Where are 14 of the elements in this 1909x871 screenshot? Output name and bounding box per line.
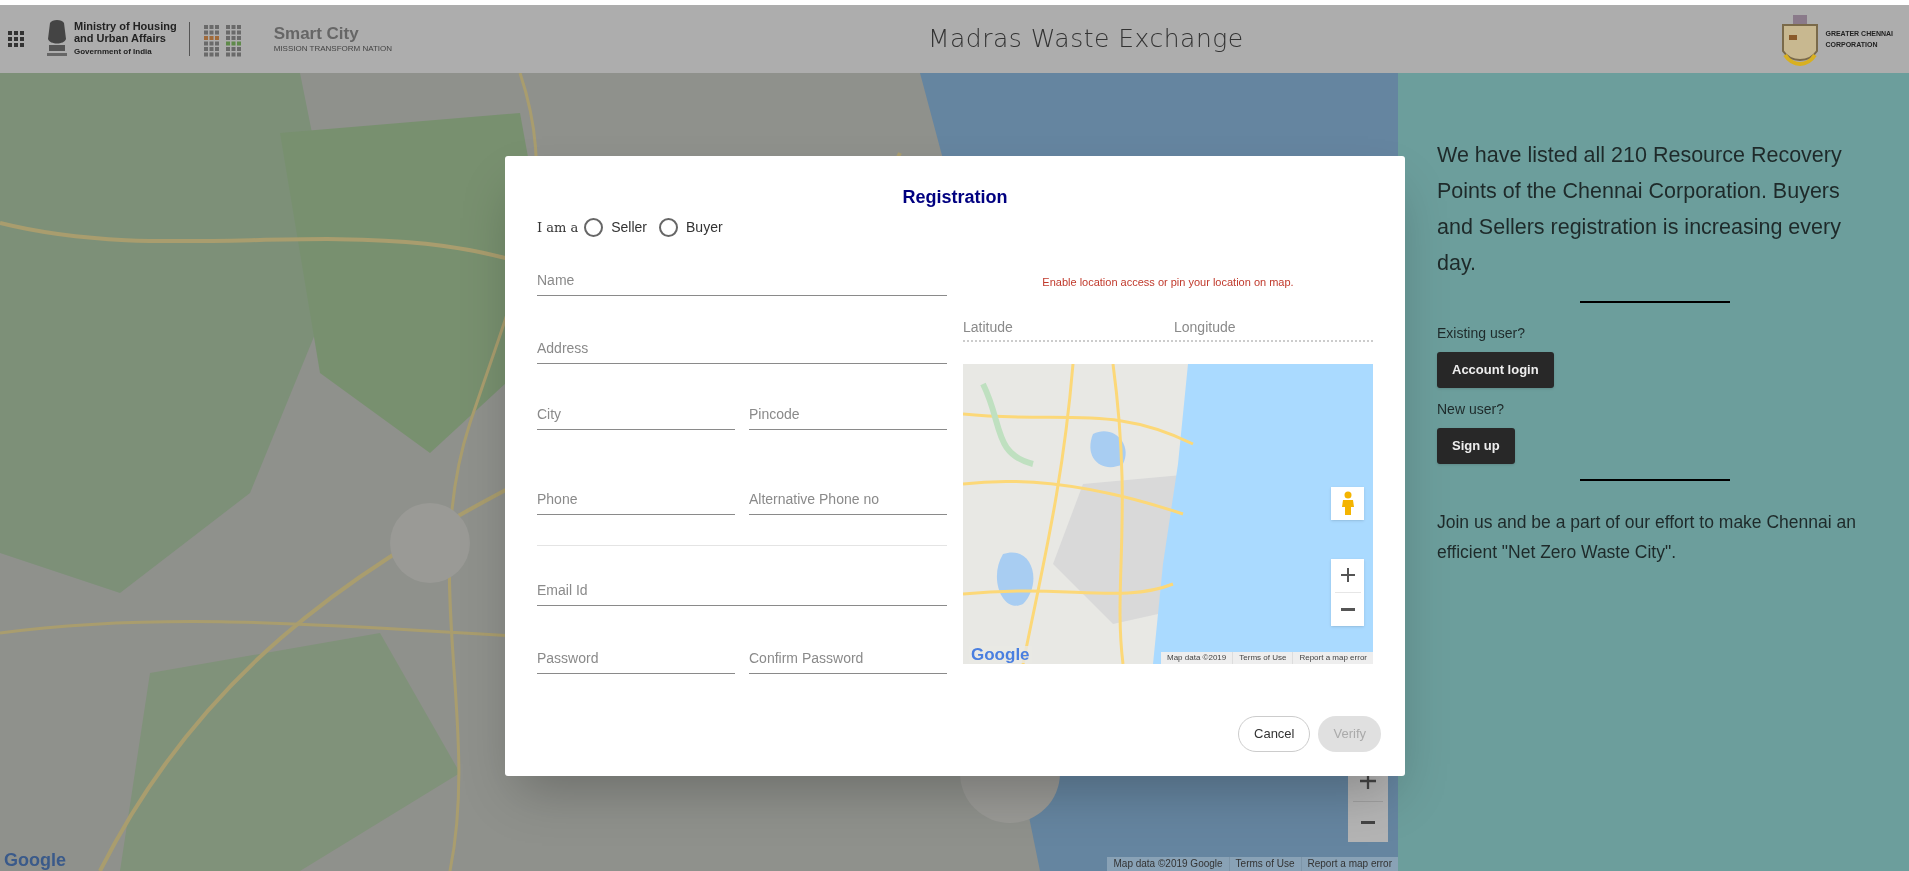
intro-text: We have listed all 210 Resource Recovery Points of the Chennai Corporation. Buyers and Sellers registration is increasing every day. <box>1437 142 1843 277</box>
smart-city-tagline: MISSION TRANSFORM NATION <box>273 45 393 53</box>
ministry-subtitle: Government of India <box>74 46 153 58</box>
existing-user-label: Existing user? <box>1437 324 1526 343</box>
login-button[interactable]: Account login <box>1437 352 1554 388</box>
apps-grid-icon[interactable] <box>8 31 24 47</box>
ministry-name: and Urban Affairs <box>74 32 167 44</box>
site-title: Madras Waste Exchange <box>927 23 1244 56</box>
smart-city-name: Smart City <box>273 25 360 42</box>
outro-text: Join us and be a part of our effort to make Chennai an efficient "Net Zero Waste City". <box>1437 511 1857 564</box>
signup-button[interactable]: Sign up <box>1437 428 1515 464</box>
ministry-name: Ministry of Housing <box>74 20 177 32</box>
emblem-icon <box>44 19 70 59</box>
new-user-label: New user? <box>1437 400 1505 419</box>
